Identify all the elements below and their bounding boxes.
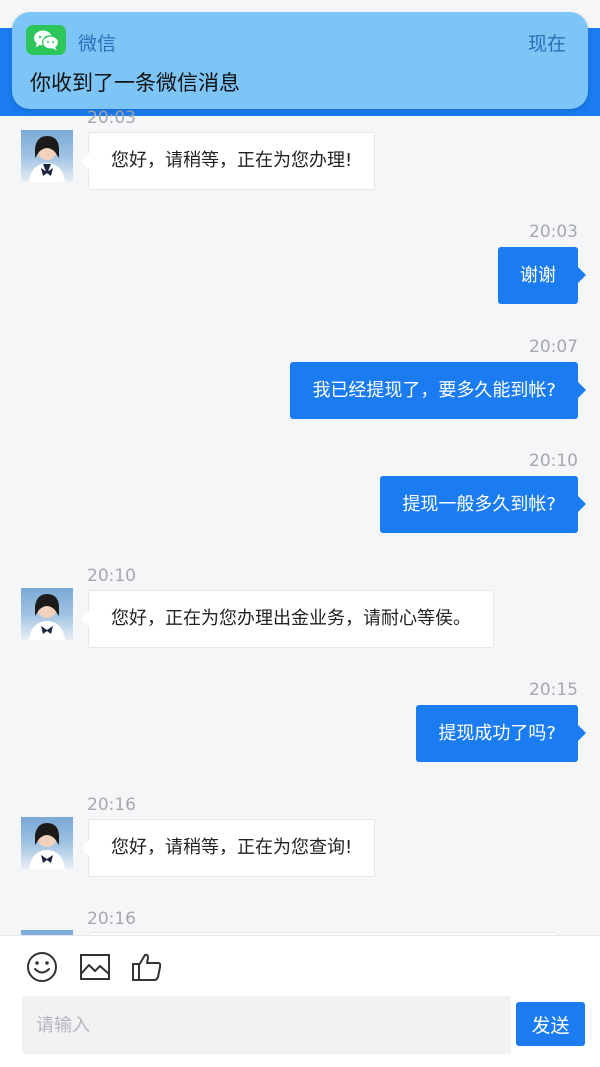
incoming-message-bubble[interactable]: 您好，正在为您办理出金业务，请耐心等侯。 [81,590,494,648]
outgoing-message-bubble[interactable]: 提现成功了吗? [416,705,586,762]
message-timestamp: 20:16 [87,909,136,929]
outgoing-message-bubble[interactable]: 谢谢 [498,247,586,304]
emoji-icon[interactable] [25,950,59,984]
message-timestamp: 20:15 [529,680,578,700]
message-timestamp: 20:10 [529,451,578,471]
message-timestamp: 20:10 [87,566,136,586]
agent-avatar[interactable] [21,817,73,869]
thumbs-up-icon[interactable] [130,950,164,984]
notification-banner[interactable]: 微信 现在 你收到了一条微信消息 [12,12,588,109]
incoming-message-bubble[interactable]: 您好，请稍等，正在为您查询! [80,819,376,877]
wechat-icon [26,25,66,55]
image-icon[interactable] [78,950,112,984]
message-input[interactable] [22,996,511,1054]
incoming-message-bubble[interactable]: 您好，请稍等，正在为您办理! [80,132,376,190]
message-timestamp: 20:16 [87,795,136,815]
send-button[interactable]: 发送 [516,1002,585,1046]
outgoing-message-bubble[interactable]: 提现一般多久到帐? [380,476,586,533]
notification-message: 你收到了一条微信消息 [30,71,240,95]
chat-area[interactable]: 20:03 您好，请稍等，正在为您办理! 20:03 谢谢 20:07 我已经提… [0,0,600,935]
message-timestamp: 20:07 [529,337,578,357]
agent-avatar[interactable] [21,130,73,182]
notification-app-name: 微信 [78,33,117,55]
agent-avatar-image [29,594,65,640]
message-timestamp: 20:03 [87,108,136,128]
notification-time: 现在 [527,33,566,55]
agent-avatar-image [29,823,65,869]
message-timestamp: 20:03 [529,222,578,242]
agent-avatar[interactable] [21,588,73,640]
input-bar [0,935,600,1067]
agent-avatar-image [29,136,65,182]
outgoing-message-bubble[interactable]: 我已经提现了，要多久能到帐? [290,362,586,419]
